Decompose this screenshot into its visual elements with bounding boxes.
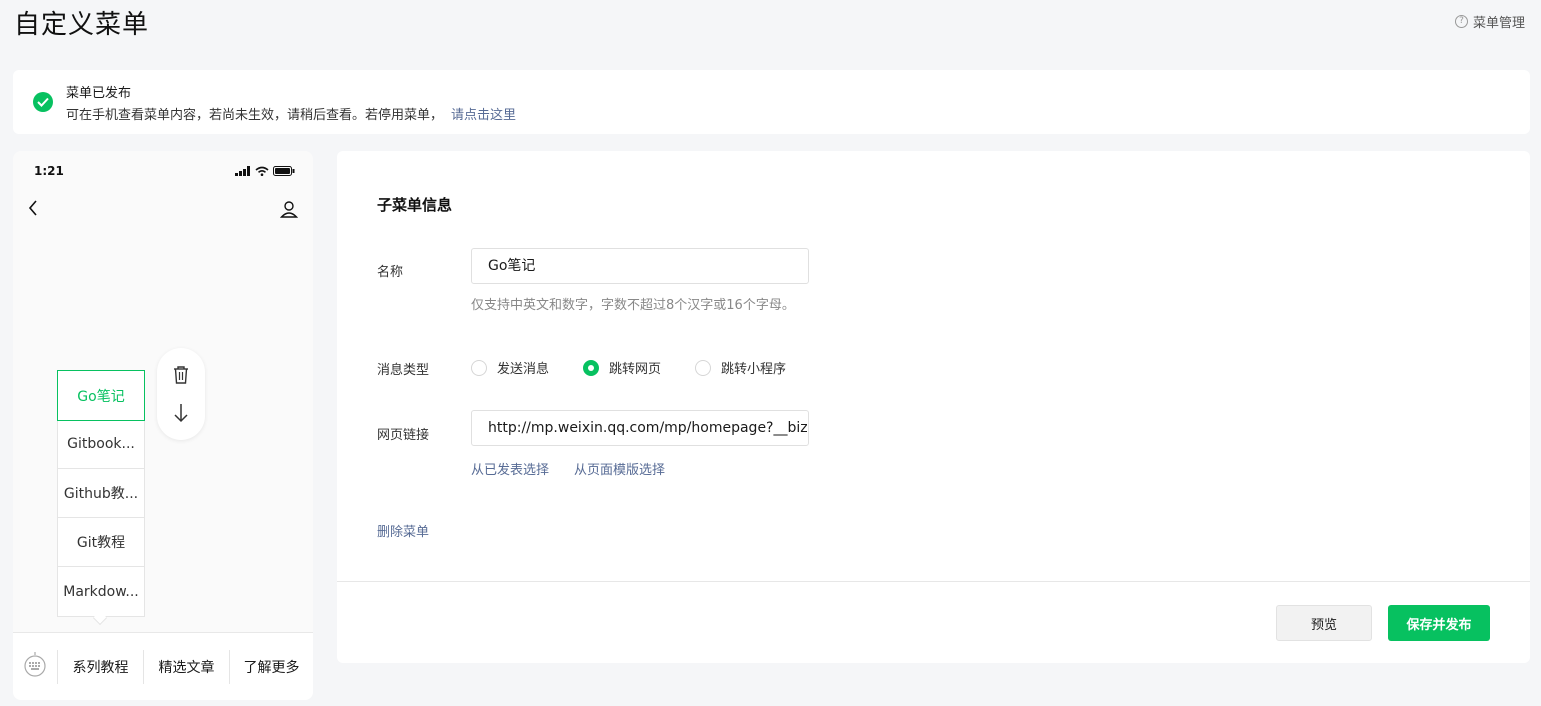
submenu-info-panel: 子菜单信息 名称 Go笔记 仅支持中英文和数字，字数不超过8个汉字或16个字母。… [337,151,1530,663]
name-hint: 仅支持中英文和数字，字数不超过8个汉字或16个字母。 [471,298,795,313]
user-icon[interactable] [279,199,299,223]
notice-message: 可在手机查看菜单内容，若尚未生效，请稍后查看。若停用菜单， [66,108,444,123]
radio-jump-miniprogram[interactable]: 跳转小程序 [695,358,786,377]
arrow-down-icon[interactable] [171,402,191,424]
status-icons [235,166,295,176]
radio-label: 跳转网页 [609,362,662,377]
radio-send-message[interactable]: 发送消息 [471,358,549,377]
submenu-item-github[interactable]: Github教... [58,469,144,518]
bottom-menu-articles[interactable]: 精选文章 [143,650,229,684]
disable-menu-link[interactable]: 请点击这里 [451,108,516,123]
pick-template-link[interactable]: 从页面模版选择 [574,459,665,478]
wifi-icon [255,166,269,176]
menu-management-label: 菜单管理 [1472,16,1525,31]
delete-menu-link[interactable]: 删除菜单 [377,521,429,540]
submenu-list: Go笔记 Gitbook... Github教... Git教程 Markdow… [57,370,145,617]
question-circle-icon: ? [1454,15,1468,28]
bottom-menu-more[interactable]: 了解更多 [229,650,313,684]
notice-message-line: 可在手机查看菜单内容，若尚未生效，请稍后查看。若停用菜单， 请点击这里 [66,104,516,123]
check-circle-icon [33,92,53,112]
name-input[interactable]: Go笔记 [471,248,809,284]
notice-title: 菜单已发布 [66,86,132,101]
trash-icon[interactable] [171,364,191,386]
phone-bottom-menu: 系列教程 精选文章 了解更多 [13,632,313,700]
submenu-item-go-notes[interactable]: Go笔记 [57,370,145,421]
footer-divider [337,581,1530,582]
submenu-tools [157,348,205,440]
section-title: 子菜单信息 [377,196,453,214]
radio-label: 跳转小程序 [721,362,787,377]
message-type-radio-group: 发送消息 跳转网页 跳转小程序 [471,358,820,377]
keyboard-icon[interactable] [23,651,47,683]
signal-icon [235,166,250,176]
radio-indicator-selected [583,359,600,376]
publish-notice: 菜单已发布 可在手机查看菜单内容，若尚未生效，请稍后查看。若停用菜单， 请点击这里 [13,70,1530,134]
name-label: 名称 [377,265,404,280]
submenu-item-gitbook[interactable]: Gitbook... [58,420,144,469]
pick-published-link[interactable]: 从已发表选择 [471,459,549,478]
phone-preview: 1:21 Go笔记 Gitbook... Github教... Git教程 Ma… [13,151,313,700]
radio-jump-webpage[interactable]: 跳转网页 [583,358,661,377]
submenu-item-markdown[interactable]: Markdow... [58,567,144,616]
bottom-menu-series[interactable]: 系列教程 [57,650,143,684]
radio-label: 发送消息 [497,362,550,377]
save-publish-button[interactable]: 保存并发布 [1388,605,1490,641]
battery-icon [273,166,295,176]
preview-button[interactable]: 预览 [1276,605,1372,641]
page-title: 自定义菜单 [14,10,150,40]
menu-management-link[interactable]: ? 菜单管理 [1454,12,1525,31]
url-label: 网页链接 [377,428,430,443]
radio-indicator [471,359,487,376]
url-input[interactable]: http://mp.weixin.qq.com/mp/homepage?__bi… [471,410,809,446]
submenu-item-git[interactable]: Git教程 [58,518,144,567]
message-type-label: 消息类型 [377,363,430,378]
back-arrow-icon[interactable] [27,199,39,221]
radio-indicator [695,359,712,376]
status-time: 1:21 [34,164,64,178]
